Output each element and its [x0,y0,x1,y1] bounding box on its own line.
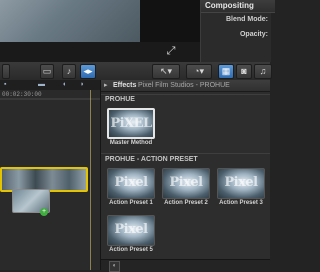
timeline-header: ▪ ▬ ◖ ◗ [0,80,100,90]
fullscreen-icon[interactable]: ⤢ [164,44,178,58]
clip-appearance-icon[interactable]: ▭ [40,64,54,79]
retime-icon[interactable]: ◔▾ [186,64,212,79]
effect-thumbnail-action-preset-3[interactable]: Pixel [217,168,265,199]
section-title-action-preset: PROHUE - ACTION PRESET [105,156,198,163]
effect-thumbnail-master-method[interactable]: PiXEL [107,108,155,139]
effect-label: Master Method [109,140,153,146]
section-title-prohue: PROHUE [105,96,135,103]
clip-view-icon[interactable]: ▬ [38,81,46,88]
zoom-icon[interactable]: ▪ [4,81,12,88]
effects-title: Effects [113,82,137,89]
viewer: ⤢ [0,0,200,62]
timeline-timecode: 00:02:30:00 [2,91,42,98]
effects-browser-icon[interactable]: ▦ [218,64,234,79]
timeline[interactable]: ▪ ▬ ◖ ◗ 00:02:30:00 + [0,80,101,270]
effect-thumbnail-action-preset-2[interactable]: Pixel [162,168,210,199]
divider [101,94,270,95]
effects-browser-header: ▸ Effects Pixel Film Studios - PROHUE [101,80,270,92]
effect-label: Action Preset 3 [219,200,263,206]
effects-browser: ▸ Effects Pixel Film Studios - PROHUE PR… [101,80,270,272]
compositing-header[interactable]: Compositing [201,0,275,13]
snapping-icon[interactable]: ◗ [80,81,88,88]
opacity-label: Opacity: [239,31,268,38]
audio-icon[interactable]: ♪ [62,64,76,79]
photo-browser-icon[interactable]: ◙ [236,64,252,79]
playhead[interactable] [90,90,91,270]
effect-label: Action Preset 5 [109,247,153,253]
effect-label: Action Preset 2 [164,200,208,206]
select-tool-icon[interactable]: ↖▾ [152,64,180,79]
add-effect-badge-icon: + [40,208,48,216]
effects-browser-footer: ◐ [101,259,270,272]
audio-toggle-icon[interactable]: ◖ [62,81,70,88]
music-browser-icon[interactable]: ♫ [254,64,272,79]
back-icon[interactable] [2,64,10,79]
blend-mode-label: Blend Mode: [226,16,268,23]
effect-thumbnail-action-preset-5[interactable]: Pixel [107,215,155,246]
skimming-icon[interactable]: ◂▸ [80,64,96,79]
effect-thumbnail-action-preset-1[interactable]: Pixel [107,168,155,199]
divider [101,153,270,154]
search-toggle-icon[interactable]: ◐ [109,261,120,272]
effect-label: Action Preset 1 [109,200,153,206]
disclosure-triangle-icon[interactable]: ▸ [104,80,108,91]
viewer-video-frame [0,0,140,42]
toolbar: ▭ ♪ ◂▸ ↖▾ ◔▾ ▦ ◙ ♫ [0,62,272,81]
timeline-ruler[interactable] [0,98,100,100]
effects-category-path: Pixel Film Studios - PROHUE [138,82,230,89]
inspector-panel: Compositing Blend Mode: Opacity: [200,0,275,62]
